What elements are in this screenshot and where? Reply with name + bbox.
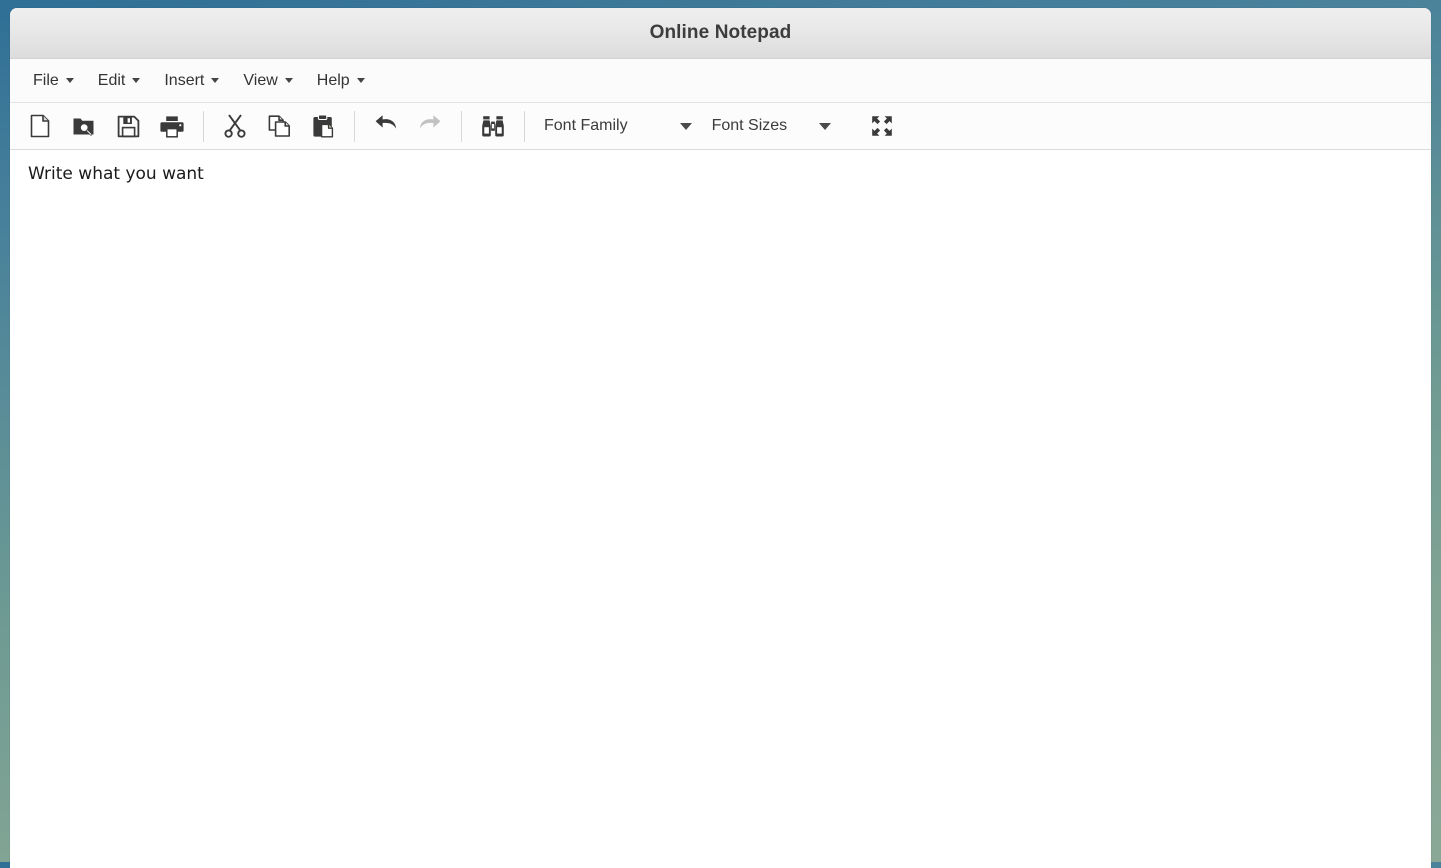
cut-button[interactable] (213, 106, 257, 146)
cut-icon (224, 114, 246, 138)
editor-area[interactable]: Write what you want (10, 150, 1431, 868)
editor-content: Write what you want (28, 164, 204, 184)
chevron-down-icon (356, 78, 365, 83)
chevron-down-icon (211, 78, 220, 83)
undo-icon (374, 115, 398, 137)
app-window: Online Notepad File Edit Insert View Hel… (10, 8, 1431, 868)
chevron-down-icon (284, 78, 293, 83)
print-icon (160, 115, 184, 138)
redo-icon (418, 115, 442, 137)
toolbar: Font Family Font Sizes (10, 103, 1431, 150)
save-button[interactable] (106, 106, 150, 146)
title-bar: Online Notepad (10, 8, 1431, 59)
toolbar-separator (203, 110, 204, 142)
menu-item-help[interactable]: Help (305, 68, 377, 94)
menu-item-label: Edit (97, 71, 126, 89)
font-family-dropdown[interactable]: Font Family (534, 106, 702, 146)
menu-item-label: Insert (164, 71, 205, 89)
save-icon (117, 115, 140, 138)
menu-item-label: View (243, 71, 278, 89)
new-document-icon (29, 114, 51, 138)
menu-item-edit[interactable]: Edit (86, 68, 153, 94)
chevron-down-icon (679, 122, 692, 130)
paste-icon (312, 114, 334, 138)
chevron-down-icon (819, 122, 832, 130)
find-binoculars-icon (481, 114, 505, 138)
page-title: Online Notepad (649, 22, 792, 43)
menu-bar: File Edit Insert View Help (10, 59, 1431, 103)
font-sizes-dropdown[interactable]: Font Sizes (702, 106, 842, 146)
paste-button[interactable] (301, 106, 345, 146)
font-sizes-label: Font Sizes (711, 117, 788, 134)
fullscreen-icon (871, 115, 893, 137)
undo-button[interactable] (364, 106, 408, 146)
menu-item-label: File (33, 71, 59, 89)
fullscreen-button[interactable] (860, 106, 904, 146)
menu-item-file[interactable]: File (21, 68, 86, 94)
open-file-icon (72, 114, 96, 138)
toolbar-separator (461, 110, 462, 142)
redo-button[interactable] (408, 106, 452, 146)
find-button[interactable] (471, 106, 515, 146)
menu-item-label: Help (316, 71, 350, 89)
menu-item-insert[interactable]: Insert (152, 68, 231, 94)
copy-icon (268, 114, 291, 138)
font-family-label: Font Family (544, 117, 628, 134)
toolbar-separator (354, 110, 355, 142)
toolbar-separator (524, 110, 525, 142)
print-button[interactable] (150, 106, 194, 146)
open-file-button[interactable] (62, 106, 106, 146)
chevron-down-icon (65, 78, 74, 83)
new-document-button[interactable] (18, 106, 62, 146)
copy-button[interactable] (257, 106, 301, 146)
chevron-down-icon (132, 78, 141, 83)
menu-item-view[interactable]: View (231, 68, 304, 94)
